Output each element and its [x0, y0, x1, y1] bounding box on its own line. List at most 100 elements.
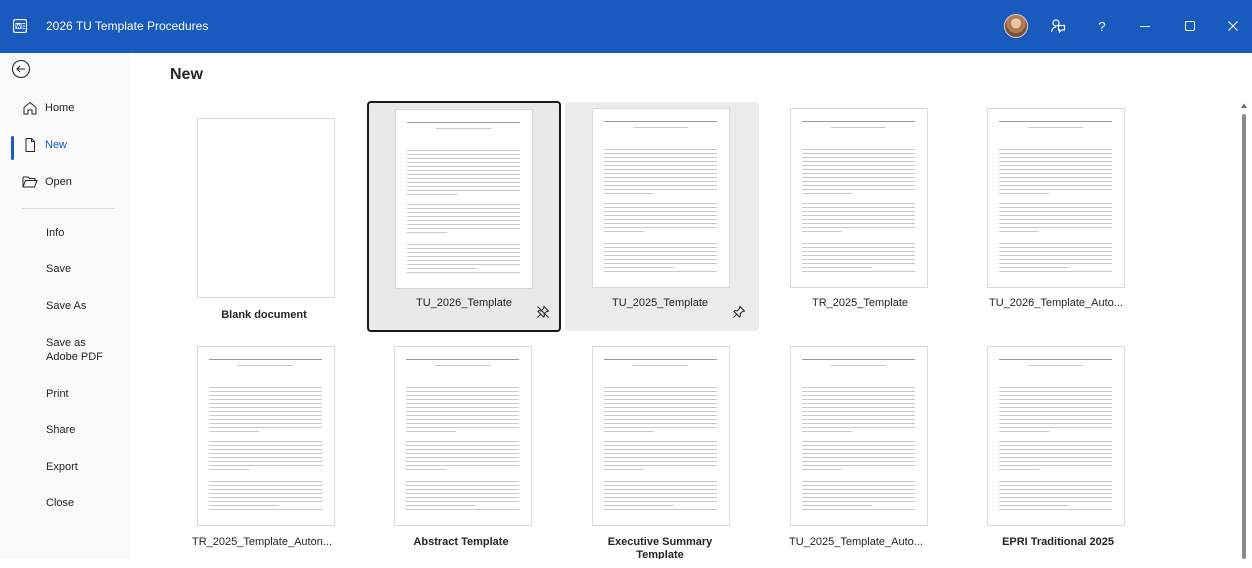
scrollbar-thumb[interactable]	[1242, 114, 1246, 559]
thumbnail-line	[999, 185, 1112, 186]
thumbnail-line	[604, 497, 717, 498]
pin-icon[interactable]	[732, 305, 746, 319]
thumbnail-line	[209, 485, 322, 486]
sidebar-item-home[interactable]: Home	[0, 93, 130, 123]
sidebar-item-close[interactable]: Close	[0, 488, 130, 518]
sidebar-item-info[interactable]: Info	[0, 218, 130, 248]
thumbnail-line	[999, 243, 1112, 244]
thumbnail-line	[407, 264, 520, 265]
thumbnail-line	[999, 441, 1112, 442]
thumbnail-line	[999, 399, 1112, 400]
unpin-icon[interactable]	[536, 305, 550, 319]
template-label: TU_2026_Template	[415, 297, 512, 309]
template-card-epri-traditional-2025[interactable]: EPRI Traditional 2025	[966, 340, 1150, 568]
thumbnail-line	[999, 423, 1112, 424]
thumbnail-line	[604, 193, 654, 194]
sidebar-item-label: Export	[46, 461, 78, 473]
thumbnail-line	[407, 272, 520, 273]
thumbnail-line	[999, 165, 1112, 166]
template-thumbnail	[395, 109, 533, 289]
thumbnail-line	[407, 170, 520, 171]
thumbnail-line	[407, 162, 520, 163]
template-card-tr-2025-template-auton[interactable]: TR_2025_Template_Auton...	[170, 340, 354, 568]
help-icon[interactable]: ?	[1090, 13, 1114, 39]
thumbnail-line	[406, 509, 519, 510]
template-card-tu-2025-template[interactable]: TU_2025_Template	[565, 102, 759, 331]
template-thumbnail	[197, 346, 335, 526]
thumbnail-line	[406, 497, 519, 498]
vertical-scrollbar[interactable]	[1240, 100, 1248, 559]
thumbnail-line	[802, 465, 915, 466]
thumbnail-line	[407, 248, 520, 249]
thumbnail-line	[999, 247, 1112, 248]
thumbnail-line	[406, 453, 519, 454]
thumbnail-line	[604, 169, 717, 170]
thumbnail-line	[407, 216, 520, 217]
thumbnail-line	[406, 419, 519, 420]
sidebar-item-save[interactable]: Save	[0, 254, 130, 284]
template-thumbnail	[790, 346, 928, 526]
template-card-tr-2025-template[interactable]: TR_2025_Template	[768, 102, 952, 330]
thumbnail-line	[209, 489, 322, 490]
thumbnail-line	[209, 453, 322, 454]
thumbnail-line	[802, 449, 915, 450]
thumbnail-line	[407, 186, 520, 187]
thumbnail-line	[1028, 365, 1083, 366]
template-card-tu-2026-template[interactable]: TU_2026_Template	[367, 101, 561, 332]
maximize-icon[interactable]	[1178, 13, 1202, 39]
sidebar-item-share[interactable]: Share	[0, 415, 130, 445]
thumbnail-line	[802, 395, 915, 396]
thumbnail-line	[604, 165, 717, 166]
thumbnail-line	[209, 449, 322, 450]
sidebar-item-save-as[interactable]: Save As	[0, 291, 130, 321]
back-arrow-icon[interactable]	[11, 59, 31, 79]
thumbnail-line	[604, 423, 717, 424]
sidebar-item-label: Save as	[46, 337, 86, 349]
thumbnail-line	[999, 223, 1112, 224]
sidebar-item-export[interactable]: Export	[0, 452, 130, 482]
template-label: TR_2025_Template	[811, 297, 908, 309]
thumbnail-line	[604, 255, 717, 256]
thumbnail-line	[999, 387, 1112, 388]
thumbnail-line	[802, 441, 915, 442]
close-window-icon[interactable]	[1221, 13, 1245, 39]
scroll-up-arrow-icon[interactable]	[1240, 102, 1248, 110]
thumbnail-line	[406, 485, 519, 486]
thumbnail-line	[407, 190, 520, 191]
template-card-blank-document[interactable]: Blank document	[172, 102, 356, 330]
sidebar-item-save-as-pdf[interactable]: Save as Adobe PDF	[0, 333, 130, 371]
thumbnail-line	[406, 505, 476, 506]
thumbnail-line	[604, 415, 717, 416]
thumbnail-line	[406, 489, 519, 490]
template-card-abstract-template[interactable]: Abstract Template	[369, 340, 553, 568]
thumbnail-line	[604, 359, 717, 360]
thumbnail-line	[802, 485, 915, 486]
template-label: TU_2025_Template	[611, 297, 708, 309]
thumbnail-line	[209, 359, 322, 360]
thumbnail-line	[209, 465, 322, 466]
template-card-tu-2026-template-auto[interactable]: TU_2026_Template_Auto...	[964, 102, 1148, 330]
thumbnail-line	[407, 194, 457, 195]
thumbnail-line	[802, 403, 915, 404]
minimize-icon[interactable]	[1133, 13, 1157, 39]
thumbnail-line	[604, 271, 717, 272]
thumbnail-line	[831, 365, 886, 366]
thumbnail-line	[999, 149, 1112, 150]
thumbnail-line	[802, 271, 915, 272]
user-avatar[interactable]	[1004, 14, 1028, 38]
thumbnail-line	[999, 153, 1112, 154]
sidebar-item-open[interactable]: Open	[0, 167, 130, 197]
thumbnail-line	[604, 411, 717, 412]
template-card-tu-2025-template-auto[interactable]: TU_2025_Template_Auto...	[764, 340, 948, 568]
sidebar-item-print[interactable]: Print	[0, 379, 130, 409]
sidebar-item-new[interactable]: New	[0, 130, 130, 160]
template-card-executive-summary-template[interactable]: Executive Summary Template	[568, 340, 752, 559]
thumbnail-line	[999, 415, 1112, 416]
thumbnail-line	[436, 128, 491, 129]
thumbnail-line	[999, 207, 1112, 208]
thumbnail-line	[604, 445, 717, 446]
thumbnail-line	[406, 415, 519, 416]
thumbnail-line	[209, 441, 322, 442]
feedback-icon[interactable]	[1046, 13, 1070, 39]
thumbnail-line	[406, 359, 519, 360]
